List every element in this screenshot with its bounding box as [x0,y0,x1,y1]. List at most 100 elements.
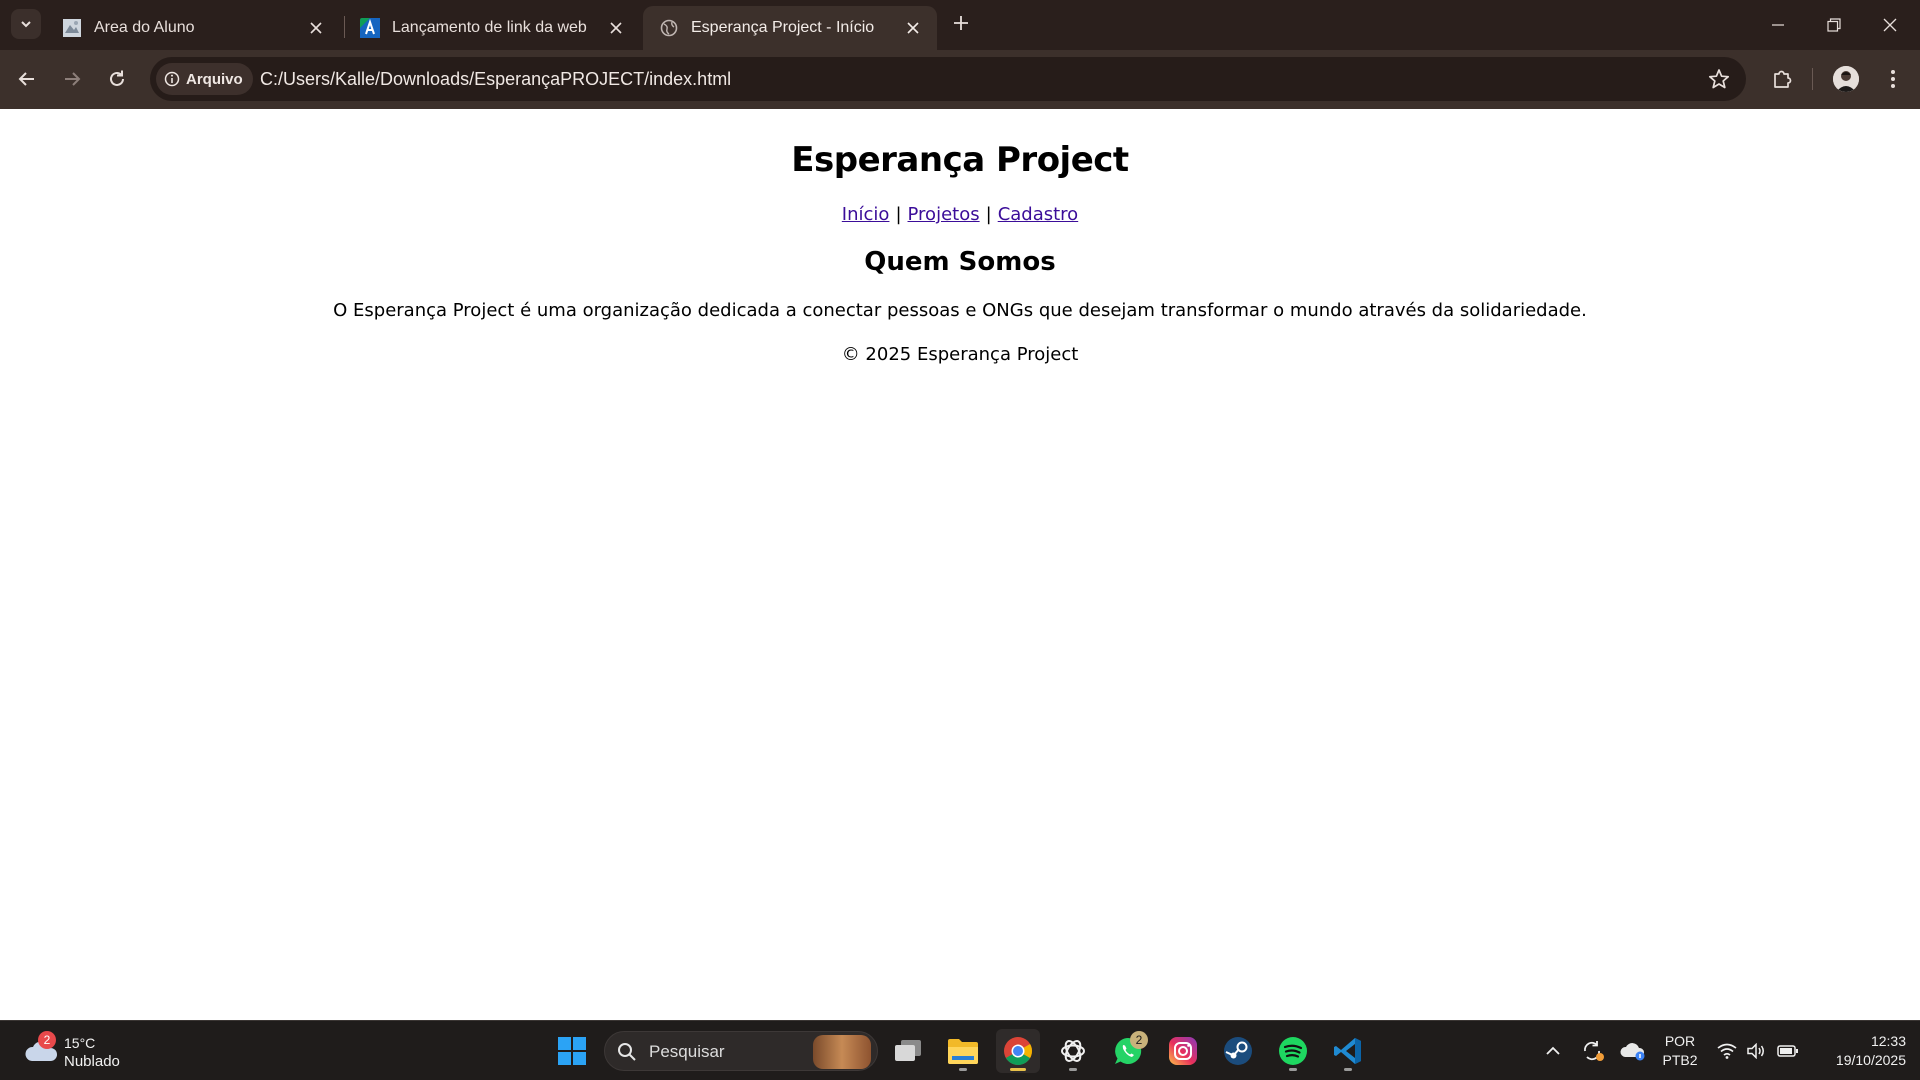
chrome-button[interactable] [996,1029,1040,1073]
steam-icon [1224,1037,1252,1065]
reload-icon [110,70,124,86]
whatsapp-button[interactable]: 2 [1106,1029,1150,1073]
spotify-icon [1279,1037,1307,1065]
running-indicator [959,1068,967,1071]
cloud-icon [1620,1043,1645,1061]
browser-toolbar: Arquivo C:/Users/Kalle/Downloads/Esperan… [0,50,1920,109]
clock-time: 12:33 [1870,1033,1906,1049]
taskbar: 2 15°C Nublado Pesquisar 2 POR PTB2 12:3… [0,1020,1920,1080]
speaker-icon [1747,1043,1764,1059]
instagram-button[interactable] [1161,1029,1205,1073]
chatgpt-button[interactable] [1051,1029,1095,1073]
new-tab-button[interactable] [948,10,974,36]
section-text: O Esperança Project é uma organização de… [333,300,1587,321]
extensions-button[interactable] [1766,63,1798,95]
profile-button[interactable] [1830,63,1862,95]
nav-separator: | [895,204,902,225]
close-icon[interactable] [306,18,326,38]
arrow-right-icon [65,72,81,86]
instagram-icon [1169,1037,1197,1065]
nav-link-inicio[interactable]: Início [842,204,890,225]
globe-icon [659,18,679,38]
battery-icon [1777,1045,1798,1057]
back-button[interactable] [12,64,42,94]
windows-start-icon [558,1037,586,1065]
start-button[interactable] [550,1029,594,1073]
footer-text: © 2025 Esperança Project [841,344,1079,365]
volume-button[interactable] [1746,1021,1768,1080]
file-explorer-button[interactable] [941,1029,985,1073]
page-title: Esperança Project [791,140,1129,180]
info-icon [164,71,180,87]
site-info-chip[interactable]: Arquivo [156,63,253,95]
avatar [1833,66,1859,92]
tab-title: Esperança Project - Início [691,19,875,36]
tab-title: Area do Aluno [94,19,195,36]
restore-button[interactable] [1806,0,1862,50]
running-indicator [1289,1068,1297,1071]
input-language-indicator[interactable]: POR PTB2 [1652,1032,1708,1070]
search-icon [617,1042,637,1067]
clock-date: 19/10/2025 [1835,1052,1906,1068]
restore-icon [1827,18,1841,32]
tab-lancamento-link[interactable]: Lançamento de link da web [344,6,640,50]
chevron-down-icon [21,21,31,28]
keyboard-layout: PTB2 [1662,1052,1698,1068]
language-code: POR [1664,1033,1696,1049]
nav-separator: | [985,204,992,225]
tab-strip: Area do Aluno Lançamento de link da web … [0,0,1920,50]
battery-button[interactable] [1776,1021,1800,1080]
task-view-button[interactable] [886,1029,930,1073]
student-area-favicon-icon [62,18,82,38]
search-highlight-icon [813,1035,871,1069]
weather-condition: Nublado [64,1053,120,1070]
close-icon[interactable] [606,18,626,38]
steam-button[interactable] [1216,1029,1260,1073]
search-placeholder: Pesquisar [649,1042,725,1061]
arrow-left-icon [18,72,34,86]
reload-button[interactable] [102,64,132,94]
tab-search-button[interactable] [11,9,41,39]
weather-badge: 2 [38,1031,56,1049]
taskbar-search[interactable]: Pesquisar [604,1031,878,1071]
close-icon [1883,18,1897,32]
plus-icon [954,16,968,30]
tab-area-do-aluno[interactable]: Area do Aluno [46,6,340,50]
minimize-button[interactable] [1750,0,1806,50]
running-indicator [1069,1068,1077,1071]
bookmark-star-icon[interactable] [1708,68,1730,90]
minimize-icon [1772,24,1784,26]
onedrive-tray-button[interactable] [1620,1021,1646,1080]
task-view-icon [895,1040,921,1061]
nav-link-cadastro[interactable]: Cadastro [998,204,1079,225]
web-page: Esperança Project Início | Projetos | Cadast… [0,109,1920,1020]
chatgpt-icon [1061,1040,1085,1062]
notification-badge: 2 [1130,1031,1148,1049]
url-text[interactable]: C:/Users/Kalle/Downloads/EsperançaPROJEC… [260,57,731,101]
main-nav: Início | Projetos | Cadastro [0,203,1920,227]
kebab-menu-icon [1891,70,1895,88]
running-indicator [1010,1068,1026,1071]
puzzle-icon [1774,70,1792,88]
weather-widget[interactable]: 2 15°C Nublado [20,1029,140,1073]
section-heading: Quem Somos [864,247,1056,277]
spotify-button[interactable] [1271,1029,1315,1073]
menu-button[interactable] [1877,63,1909,95]
close-window-button[interactable] [1862,0,1918,50]
address-bar[interactable]: Arquivo C:/Users/Kalle/Downloads/Esperan… [150,57,1746,101]
running-indicator [1344,1068,1352,1071]
chrome-icon [1004,1037,1032,1065]
network-button[interactable] [1716,1021,1738,1080]
vscode-button[interactable] [1326,1029,1370,1073]
chip-label: Arquivo [186,70,243,88]
forward-button[interactable] [57,64,87,94]
weather-temp: 15°C [64,1035,96,1051]
sync-tray-button[interactable] [1580,1021,1606,1080]
clock[interactable]: 12:33 19/10/2025 [1806,1032,1906,1070]
tab-esperanca-project[interactable]: Esperança Project - Início [643,6,937,50]
nav-link-projetos[interactable]: Projetos [908,204,980,225]
chevron-up-icon [1546,1046,1560,1055]
show-hidden-icons-button[interactable] [1541,1021,1565,1080]
close-icon[interactable] [903,18,923,38]
folder-icon [948,1039,978,1064]
